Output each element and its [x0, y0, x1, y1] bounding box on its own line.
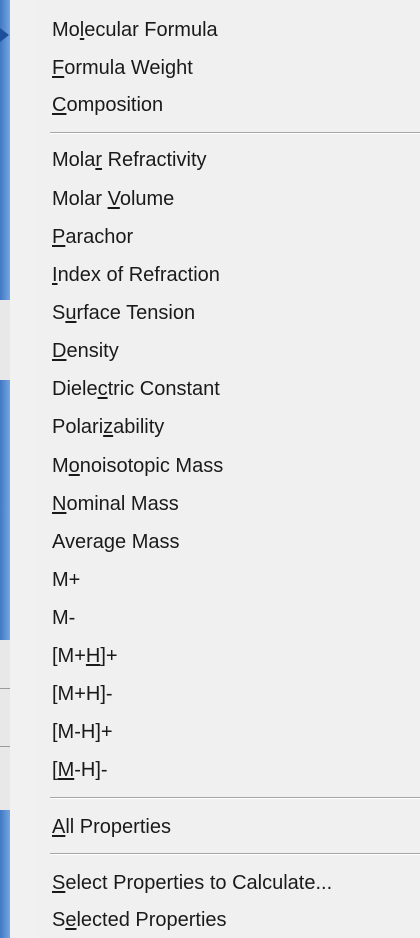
- menu-item-surface-tension[interactable]: Surface Tension: [52, 297, 195, 329]
- menu-item-nominal-mass[interactable]: Nominal Mass: [52, 488, 179, 520]
- menu-item-m-plus-h-plus[interactable]: [M+H]+: [52, 640, 118, 672]
- background-divider: [0, 688, 10, 689]
- background-panel: [0, 640, 10, 810]
- menu-icon-gutter: [10, 0, 38, 938]
- background-panel: [0, 300, 10, 380]
- menu-item-polarizability[interactable]: Polarizability: [52, 411, 164, 443]
- menu-separator: [50, 797, 420, 799]
- menu-item-m-plus-h-minus[interactable]: [M+H]-: [52, 678, 113, 710]
- menu-item-parachor[interactable]: Parachor: [52, 221, 133, 253]
- menu-item-m-minus[interactable]: M-: [52, 602, 75, 634]
- menu-item-dielectric-constant[interactable]: Dielectric Constant: [52, 373, 220, 405]
- menu-item-all-properties[interactable]: All Properties: [52, 811, 171, 843]
- menu-item-composition[interactable]: Composition: [52, 89, 163, 121]
- menu-item-density[interactable]: Density: [52, 335, 119, 367]
- submenu-arrow-icon: [0, 28, 9, 42]
- menu-item-m-minus-h-minus[interactable]: [M-H]-: [52, 754, 108, 786]
- menu-item-molecular-formula[interactable]: Molecular Formula: [52, 14, 218, 46]
- menu-item-molar-refractivity[interactable]: Molar Refractivity: [52, 144, 207, 176]
- background-divider: [0, 746, 10, 747]
- menu-item-m-plus[interactable]: M+: [52, 564, 80, 596]
- menu-item-molar-volume[interactable]: Molar Volume: [52, 183, 174, 215]
- menu-item-monoisotopic-mass[interactable]: Monoisotopic Mass: [52, 450, 223, 482]
- menu-item-formula-weight[interactable]: Formula Weight: [52, 52, 193, 84]
- menu-separator: [50, 853, 420, 855]
- menu-separator: [50, 132, 420, 134]
- menu-item-selected-properties[interactable]: Selected Properties: [52, 904, 227, 936]
- menu-item-index-of-refraction[interactable]: Index of Refraction: [52, 259, 220, 291]
- menu-item-m-minus-h-plus[interactable]: [M-H]+: [52, 716, 113, 748]
- menu-item-average-mass[interactable]: Average Mass: [52, 526, 179, 558]
- menu-item-select-properties-to-calculate[interactable]: Select Properties to Calculate...: [52, 867, 332, 899]
